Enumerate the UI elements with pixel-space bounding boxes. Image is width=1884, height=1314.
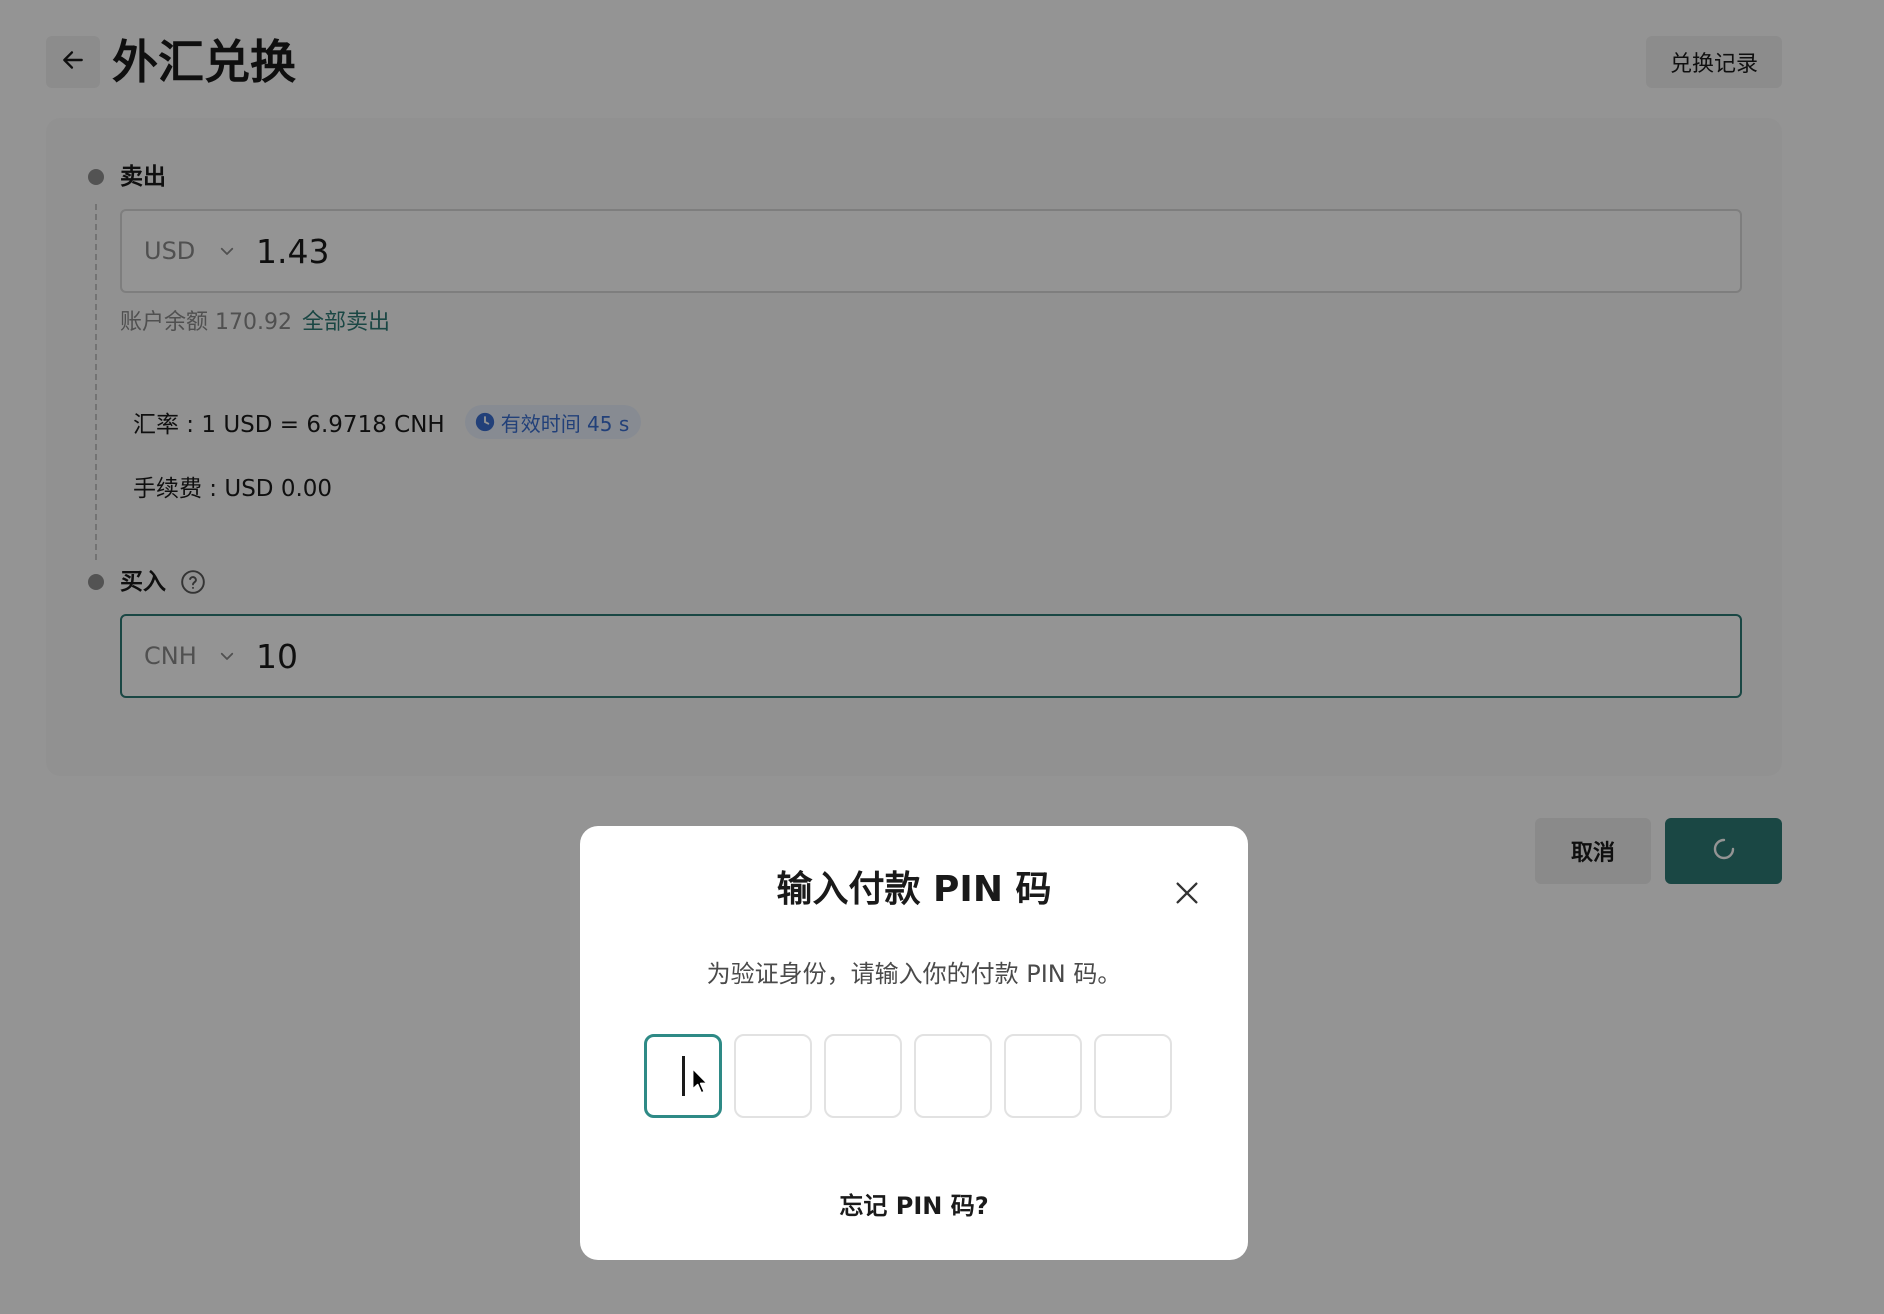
pin-digit-input[interactable] (734, 1034, 812, 1118)
pin-input-group (644, 1034, 1172, 1118)
mouse-pointer-icon (691, 1067, 711, 1099)
pin-digit-input[interactable] (644, 1034, 722, 1118)
text-caret (681, 1056, 685, 1096)
fx-exchange-page: 外汇兑换 兑换记录 卖出 USD 1.43 账户余额 170.92 全部卖出 汇率… (0, 0, 1884, 1314)
pin-digit-input[interactable] (914, 1034, 992, 1118)
pin-digit-input[interactable] (824, 1034, 902, 1118)
close-button[interactable] (1170, 878, 1204, 912)
pin-digit-input[interactable] (1094, 1034, 1172, 1118)
modal-title: 输入付款 PIN 码 (776, 869, 1052, 910)
close-icon[interactable] (1173, 879, 1201, 911)
pin-modal: 输入付款 PIN 码 为验证身份，请输入你的付款 PIN 码。 忘记 PIN 码… (580, 826, 1248, 1260)
pin-digit-input[interactable] (1004, 1034, 1082, 1118)
forgot-pin-link[interactable]: 忘记 PIN 码? (580, 1186, 1248, 1221)
modal-description: 为验证身份，请输入你的付款 PIN 码。 (706, 960, 1122, 988)
